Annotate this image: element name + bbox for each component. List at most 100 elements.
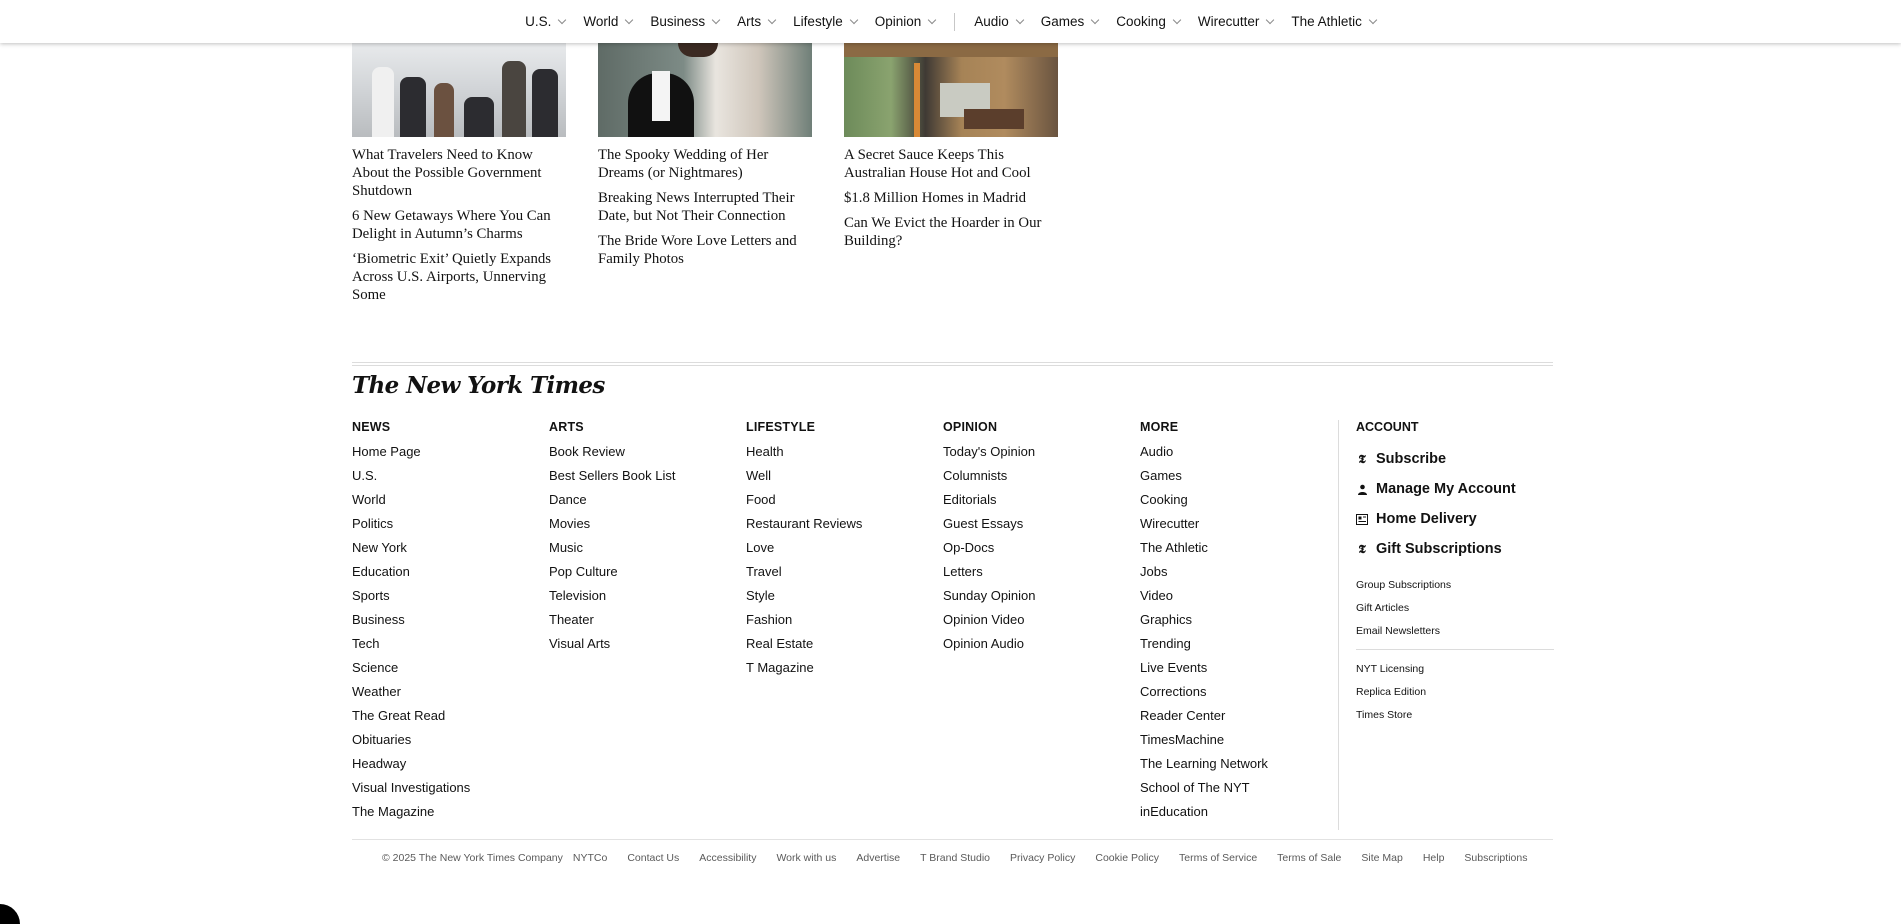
story-headline[interactable]: The Spooky Wedding of Her Dreams (or Nig… — [598, 146, 812, 182]
nyt-licensing-link[interactable]: NYT Licensing — [1356, 658, 1553, 681]
group-subscriptions-link[interactable]: Group Subscriptions — [1356, 574, 1553, 597]
footer-link[interactable]: U.S. — [352, 468, 549, 484]
footer-link[interactable]: Editorials — [943, 492, 1140, 508]
story-link[interactable]: 6 New Getaways Where You Can Delight in … — [352, 207, 566, 243]
home-delivery-link[interactable]: Home Delivery — [1356, 504, 1553, 534]
footer-link[interactable]: Restaurant Reviews — [746, 516, 943, 532]
subscribe-link[interactable]: 𝕿 Subscribe — [1356, 444, 1553, 474]
story-headline[interactable]: What Travelers Need to Know About the Po… — [352, 146, 566, 200]
footer-link[interactable]: Theater — [549, 612, 746, 628]
legal-link[interactable]: Accessibility — [699, 852, 756, 864]
footer-link[interactable]: TimesMachine — [1140, 732, 1337, 748]
travelers-airport-photo[interactable] — [352, 43, 566, 137]
nav-the-athletic[interactable]: The Athletic — [1282, 0, 1385, 43]
footer-link[interactable]: Food — [746, 492, 943, 508]
nav-arts[interactable]: Arts — [728, 0, 784, 43]
footer-link[interactable]: Science — [352, 660, 549, 676]
footer-link[interactable]: Op-Docs — [943, 540, 1140, 556]
footer-link[interactable]: Style — [746, 588, 943, 604]
footer-link[interactable]: The Magazine — [352, 804, 549, 820]
story-link[interactable]: Breaking News Interrupted Their Date, bu… — [598, 189, 812, 225]
footer-link[interactable]: The Learning Network — [1140, 756, 1337, 772]
footer-link[interactable]: World — [352, 492, 549, 508]
gift-subscriptions-link[interactable]: 𝕿 Gift Subscriptions — [1356, 534, 1553, 564]
legal-link[interactable]: Terms of Sale — [1277, 852, 1341, 864]
footer-link[interactable]: Guest Essays — [943, 516, 1140, 532]
nav-games[interactable]: Games — [1032, 0, 1108, 43]
footer-link[interactable]: Tech — [352, 636, 549, 652]
email-newsletters-link[interactable]: Email Newsletters — [1356, 620, 1553, 643]
footer-link[interactable]: Well — [746, 468, 943, 484]
replica-edition-link[interactable]: Replica Edition — [1356, 681, 1553, 704]
nav-audio[interactable]: Audio — [965, 0, 1032, 43]
footer-link[interactable]: Television — [549, 588, 746, 604]
footer-link[interactable]: Live Events — [1140, 660, 1337, 676]
footer-link[interactable]: Headway — [352, 756, 549, 772]
legal-link[interactable]: Advertise — [856, 852, 900, 864]
australian-house-photo[interactable] — [844, 43, 1058, 137]
footer-link[interactable]: Trending — [1140, 636, 1337, 652]
footer-link[interactable]: New York — [352, 540, 549, 556]
footer-link[interactable]: Music — [549, 540, 746, 556]
footer-link[interactable]: inEducation — [1140, 804, 1337, 820]
legal-link[interactable]: Subscriptions — [1464, 852, 1527, 864]
nav-opinion[interactable]: Opinion — [866, 0, 945, 43]
footer-link[interactable]: Video — [1140, 588, 1337, 604]
footer-link[interactable]: Home Page — [352, 444, 549, 460]
footer-link[interactable]: Business — [352, 612, 549, 628]
nav-us[interactable]: U.S. — [516, 0, 574, 43]
footer-link[interactable]: T Magazine — [746, 660, 943, 676]
footer-link[interactable]: Opinion Audio — [943, 636, 1140, 652]
footer-link[interactable]: Games — [1140, 468, 1337, 484]
footer-link[interactable]: Corrections — [1140, 684, 1337, 700]
story-link[interactable]: ‘Biometric Exit’ Quietly Expands Across … — [352, 250, 566, 304]
nav-world[interactable]: World — [574, 0, 641, 43]
footer-link[interactable]: Obituaries — [352, 732, 549, 748]
footer-link[interactable]: Fashion — [746, 612, 943, 628]
footer-link[interactable]: School of The NYT — [1140, 780, 1337, 796]
footer-link[interactable]: Jobs — [1140, 564, 1337, 580]
legal-link[interactable]: Help — [1423, 852, 1445, 864]
times-store-link[interactable]: Times Store — [1356, 704, 1553, 727]
footer-link[interactable]: Education — [352, 564, 549, 580]
nav-wirecutter[interactable]: Wirecutter — [1189, 0, 1283, 43]
story-link[interactable]: The Bride Wore Love Letters and Family P… — [598, 232, 812, 268]
story-link[interactable]: Can We Evict the Hoarder in Our Building… — [844, 214, 1058, 250]
legal-link[interactable]: T Brand Studio — [920, 852, 990, 864]
footer-link[interactable]: Love — [746, 540, 943, 556]
footer-link[interactable]: Letters — [943, 564, 1140, 580]
legal-link[interactable]: Contact Us — [627, 852, 679, 864]
footer-link[interactable]: Today's Opinion — [943, 444, 1140, 460]
gift-articles-link[interactable]: Gift Articles — [1356, 597, 1553, 620]
footer-link[interactable]: Real Estate — [746, 636, 943, 652]
footer-link[interactable]: Sunday Opinion — [943, 588, 1140, 604]
story-headline[interactable]: A Secret Sauce Keeps This Australian Hou… — [844, 146, 1058, 182]
manage-account-link[interactable]: Manage My Account — [1356, 474, 1553, 504]
footer-link[interactable]: Pop Culture — [549, 564, 746, 580]
footer-link[interactable]: Reader Center — [1140, 708, 1337, 724]
legal-link[interactable]: Site Map — [1361, 852, 1402, 864]
footer-link[interactable]: Book Review — [549, 444, 746, 460]
legal-link[interactable]: Terms of Service — [1179, 852, 1257, 864]
footer-link[interactable]: The Great Read — [352, 708, 549, 724]
footer-link[interactable]: Audio — [1140, 444, 1337, 460]
legal-link[interactable]: NYTCo — [573, 852, 607, 864]
legal-link[interactable]: Privacy Policy — [1010, 852, 1075, 864]
footer-link[interactable]: Visual Investigations — [352, 780, 549, 796]
footer-link[interactable]: Sports — [352, 588, 549, 604]
wedding-couple-photo[interactable] — [598, 43, 812, 137]
legal-link[interactable]: Cookie Policy — [1095, 852, 1159, 864]
footer-link[interactable]: Wirecutter — [1140, 516, 1337, 532]
nav-business[interactable]: Business — [641, 0, 728, 43]
nyt-logo[interactable]: The New York Times — [352, 372, 605, 399]
footer-link[interactable]: Movies — [549, 516, 746, 532]
footer-link[interactable]: Graphics — [1140, 612, 1337, 628]
nav-cooking[interactable]: Cooking — [1107, 0, 1189, 43]
footer-link[interactable]: Columnists — [943, 468, 1140, 484]
footer-link[interactable]: Health — [746, 444, 943, 460]
footer-link[interactable]: Opinion Video — [943, 612, 1140, 628]
nav-lifestyle[interactable]: Lifestyle — [784, 0, 866, 43]
footer-link[interactable]: Best Sellers Book List — [549, 468, 746, 484]
footer-link[interactable]: The Athletic — [1140, 540, 1337, 556]
footer-link[interactable]: Politics — [352, 516, 549, 532]
